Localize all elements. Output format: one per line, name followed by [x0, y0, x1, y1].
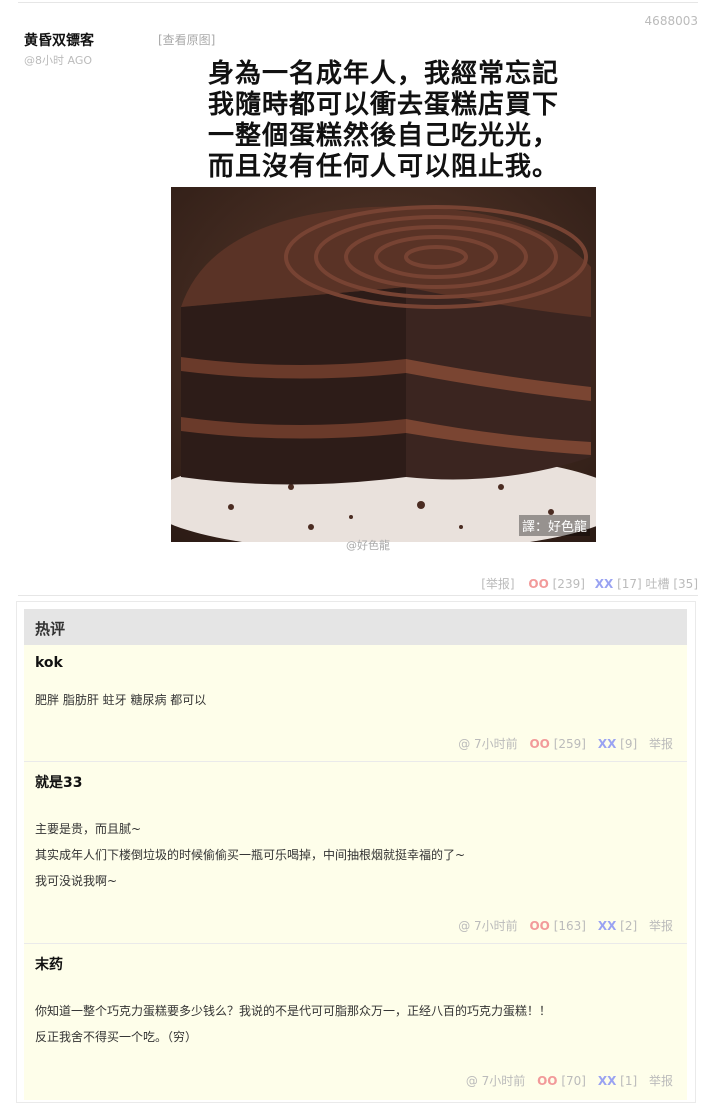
comment-line: 反正我舍不得买一个吃。（穷） [35, 1030, 198, 1044]
image-watermark: @好色龍 [346, 539, 390, 552]
comment-meta: @ 7小时前 OO [259] XX [9] 举报 [458, 735, 673, 752]
comment-line: 我可没说我啊~ [35, 874, 118, 888]
meme-caption-line: 一整個蛋糕然後自己吃光光， [207, 121, 559, 151]
comment-author[interactable]: 末药 [35, 954, 63, 974]
comment-xx-count: [2] [620, 919, 638, 933]
post-author[interactable]: 黄昏双镖客 [24, 30, 94, 50]
comment-line: 主要是贵，而且腻~ [35, 822, 142, 836]
top-divider [18, 2, 698, 3]
comment-author[interactable]: kok [35, 655, 63, 671]
comment-xx-button[interactable]: XX [598, 737, 617, 751]
report-link[interactable]: [举报] [481, 577, 514, 591]
post-action-bar: [举报] OO [239] XX [17] 吐槽 [35] [481, 575, 698, 592]
post-divider [18, 595, 698, 596]
comment-time: @ 7小时前 [465, 1074, 526, 1088]
comment-time: @ 7小时前 [458, 737, 518, 751]
comment-xx-count: [9] [620, 737, 638, 751]
chocolate-cake-photo: 譯：好色龍 [171, 187, 596, 542]
hot-comments-panel: 热评 kok 肥胖 脂肪肝 蛀牙 糖尿病 都可以 @ 7小时前 OO [259]… [16, 601, 696, 1103]
meme-caption-line: 而且沒有任何人可以阻止我。 [207, 152, 559, 182]
comment-item: 末药 你知道一整个巧克力蛋糕要多少钱么？我说的不是代可可脂那众万一，正经八百的巧… [24, 944, 687, 1100]
comment-report-link[interactable]: 举报 [649, 919, 673, 933]
comment-oo-count: [259] [553, 737, 586, 751]
meme-caption: 身為一名成年人，我經常忘記 我隨時都可以衝去蛋糕店買下 一整個蛋糕然後自己吃光光… [171, 59, 596, 183]
meme-caption-line: 我隨時都可以衝去蛋糕店買下 [207, 90, 559, 120]
comment-line: 其实成年人们下楼倒垃圾的时候偷偷买一瓶可乐喝掉，中间抽根烟就挺幸福的了~ [35, 848, 466, 862]
view-original-link[interactable]: [查看原图] [158, 31, 215, 48]
xx-vote-button[interactable]: XX [595, 577, 614, 591]
comment-line: 肥胖 脂肪肝 蛀牙 糖尿病 都可以 [35, 693, 207, 707]
comment-oo-button[interactable]: OO [529, 919, 549, 933]
comment-oo-count: [70] [561, 1074, 586, 1088]
comment-item: kok 肥胖 脂肪肝 蛀牙 糖尿病 都可以 @ 7小时前 OO [259] XX… [24, 645, 687, 762]
comment-line: 你知道一整个巧克力蛋糕要多少钱么？我说的不是代可可脂那众万一，正经八百的巧克力蛋… [35, 1004, 552, 1018]
hot-comments-title: 热评 [35, 620, 66, 638]
oo-count: [239] [552, 577, 585, 591]
chocolate-cake-illustration [171, 187, 596, 542]
comment-body: 主要是贵，而且腻~ 其实成年人们下楼倒垃圾的时候偷偷买一瓶可乐喝掉，中间抽根烟就… [35, 816, 465, 894]
comment-report-link[interactable]: 举报 [649, 1074, 673, 1088]
translator-credit: 譯：好色龍 [518, 515, 590, 536]
post-time: @8小时 AGO [24, 54, 93, 67]
comment-meta: @ 7小时前 OO [70] XX [1] 举报 [466, 1072, 673, 1089]
post-id: 4688003 [644, 14, 698, 28]
comment-report-link[interactable]: 举报 [649, 737, 673, 751]
comment-item: 就是33 主要是贵，而且腻~ 其实成年人们下楼倒垃圾的时候偷偷买一瓶可乐喝掉，中… [24, 762, 687, 944]
comment-xx-button[interactable]: XX [598, 1074, 617, 1088]
comment-oo-button[interactable]: OO [529, 737, 549, 751]
hot-comments-header: 热评 [24, 609, 687, 645]
comment-author[interactable]: 就是33 [35, 772, 82, 792]
comment-body: 你知道一整个巧克力蛋糕要多少钱么？我说的不是代可可脂那众万一，正经八百的巧克力蛋… [35, 998, 551, 1050]
comment-body: 肥胖 脂肪肝 蛀牙 糖尿病 都可以 [35, 687, 206, 713]
post-image[interactable]: 身為一名成年人，我經常忘記 我隨時都可以衝去蛋糕店買下 一整個蛋糕然後自己吃光光… [171, 57, 596, 552]
comment-xx-button[interactable]: XX [598, 919, 617, 933]
comment-oo-count: [163] [553, 919, 586, 933]
comment-time: @ 7小时前 [458, 919, 518, 933]
meme-caption-line: 身為一名成年人，我經常忘記 [207, 59, 559, 89]
tucao-link[interactable]: 吐槽 [35] [646, 577, 698, 591]
xx-count: [17] [617, 577, 642, 591]
comment-meta: @ 7小时前 OO [163] XX [2] 举报 [458, 917, 673, 934]
comment-xx-count: [1] [620, 1074, 638, 1088]
oo-vote-button[interactable]: OO [528, 577, 548, 591]
comment-oo-button[interactable]: OO [537, 1074, 557, 1088]
